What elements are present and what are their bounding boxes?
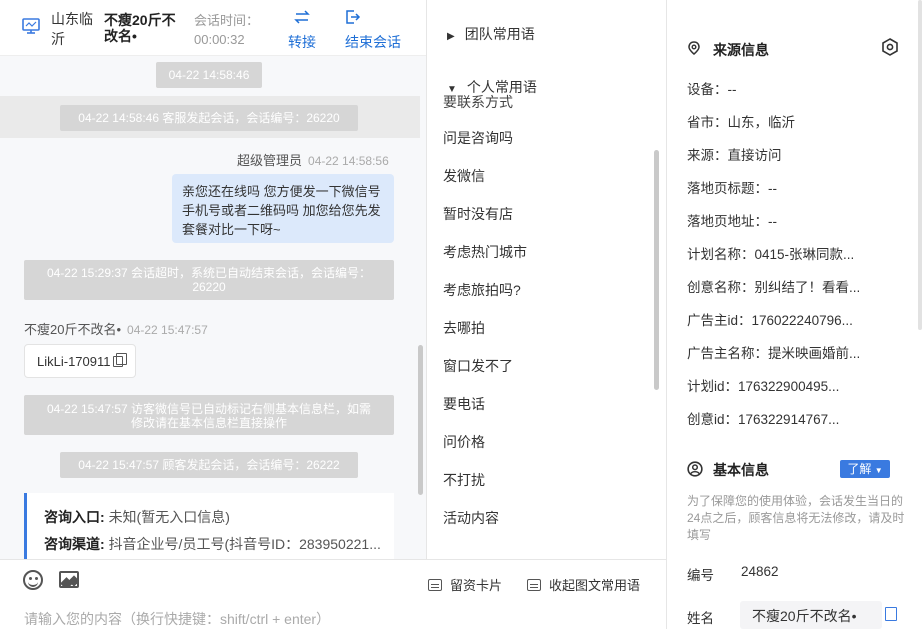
consult-entry-row: 咨询入口: 未知(暂无入口信息) — [44, 504, 390, 531]
phrase-item[interactable]: 问价格 — [443, 432, 485, 452]
customer-id-label: 编号 — [687, 568, 714, 583]
phrase-item[interactable]: 不打扰 — [443, 470, 485, 490]
system-message-timeout: 04-22 15:29:37 会话超时，系统已自动结束会话，会话编号： 2622… — [24, 260, 394, 300]
source-plan-id: 计划id：176322900495... — [687, 379, 840, 394]
message-composer: 留资卡片 收起图文常用语 请输入您的内容（换行快捷键：shift/ctrl + … — [0, 559, 666, 629]
consult-channel-value: 抖音企业号/员工号(抖音号ID：283950221... — [108, 536, 381, 552]
source-plan-name: 计划名称：0415-张琳同款... — [687, 247, 855, 262]
visitor-msg-time: 04-22 15:47:57 — [127, 323, 208, 337]
info-scrollbar[interactable] — [918, 0, 922, 330]
source-landing-title: 落地页标题：-- — [687, 181, 777, 196]
source-creative-id: 创意id：176322914767... — [687, 412, 840, 427]
agent-message-bubble: 亲您还在线吗 您方便发一下微信号 手机号或者二维码吗 加您给您先发套餐对比一下呀… — [172, 174, 394, 243]
caret-right-icon: ▶ — [447, 31, 455, 42]
user-icon — [687, 461, 703, 477]
phrase-item[interactable]: 去哪拍 — [443, 318, 485, 338]
visitor-name: 不瘦20斤不改名• — [24, 322, 122, 337]
edit-notice: 为了保障您的使用体验，会话发生当日的24点之后，顾客信息将无法修改，请及时填写 — [687, 494, 905, 542]
emoji-icon[interactable] — [23, 570, 43, 590]
phrase-item[interactable]: 暂时没有店 — [443, 204, 513, 224]
visitor-message-chip[interactable]: LikLi-170911 — [24, 344, 136, 378]
source-advertiser-name: 广告主名称：提米映画婚前... — [687, 346, 861, 361]
source-landing-url: 落地页地址：-- — [687, 214, 777, 229]
collapse-phrases-label: 收起图文常用语 — [549, 578, 641, 593]
list-icon — [527, 579, 541, 591]
collapse-phrases-button[interactable]: 收起图文常用语 — [527, 575, 640, 594]
customer-name-field[interactable]: 不瘦20斤不改名• — [740, 601, 882, 629]
source-creative-name: 创意名称：别纠结了！看看... — [687, 280, 861, 295]
chat-panel: 山东临沂 不瘦20斤不改名• 会话时间： 00:00:32 转接 结束会话 04… — [0, 0, 426, 629]
source-info-label: 来源信息 — [713, 42, 769, 58]
phrase-item[interactable]: 发微信 — [443, 166, 485, 186]
copy-icon[interactable] — [113, 353, 127, 367]
caret-down-icon: ▼ — [874, 466, 883, 475]
consult-channel-label: 咨询渠道: — [44, 536, 105, 552]
lead-card-button[interactable]: 留资卡片 — [428, 575, 502, 594]
source-info-title: 来源信息 — [687, 40, 769, 60]
image-icon[interactable] — [59, 571, 79, 588]
session-time-label: 会话时间： — [194, 13, 260, 28]
phrase-item[interactable]: 考虑旅拍吗? — [443, 280, 521, 300]
consult-info-card: 咨询入口: 未知(暂无入口信息) 咨询渠道: 抖音企业号/员工号(抖音号ID：2… — [24, 493, 394, 563]
customer-id-row: 编号 24862 — [687, 564, 779, 584]
team-phrases-group[interactable]: ▶ 团队常用语 — [447, 24, 535, 44]
visitor-message-text: LikLi-170911 — [37, 354, 111, 369]
time-divider: 04-22 14:58:46 — [156, 62, 262, 88]
basic-info-title: 基本信息 — [687, 460, 769, 480]
phrase-item[interactable]: 要电话 — [443, 394, 485, 414]
team-phrases-label: 团队常用语 — [464, 26, 535, 42]
lead-card-label: 留资卡片 — [450, 578, 503, 593]
end-session-label: 结束会话 — [345, 34, 401, 50]
message-input[interactable]: 请输入您的内容（换行快捷键：shift/ctrl + enter） — [24, 609, 330, 629]
visitor-sender: 不瘦20斤不改名• 04-22 15:47:57 — [24, 319, 208, 338]
learn-more-label: 了解 — [847, 462, 872, 476]
phrases-scrollbar[interactable] — [654, 150, 659, 390]
info-panel: 来源信息 设备：-- 省市：山东，临沂 来源：直接访问 落地页标题：-- 落地页… — [666, 0, 922, 629]
transfer-icon — [294, 10, 310, 24]
settings-icon[interactable] — [881, 38, 899, 56]
customer-name-label: 姓名 — [687, 611, 714, 626]
source-origin: 来源：直接访问 — [687, 148, 782, 163]
source-region: 省市：山东，临沂 — [687, 115, 795, 130]
timeout-line-1: 04-22 15:29:37 会话超时，系统已自动结束会话，会话编号： — [46, 266, 372, 280]
agent-sender: 超级管理员 04-22 14:58:56 — [237, 150, 389, 169]
wechat-line-1: 04-22 15:47:57 访客微信号已自动标记右侧基本信息栏，如需 — [46, 402, 372, 416]
phrases-panel: ▶ 团队常用语 ▼ 个人常用语 要联系方式 问是咨询吗 发微信 暂时没有店 考虑热门… — [426, 0, 666, 560]
system-message-session-start-2: 04-22 15:47:57 顾客发起会话，会话编号：26222 — [60, 452, 358, 478]
source-device: 设备：-- — [687, 82, 737, 97]
timeout-line-2: 26220 — [192, 280, 226, 294]
phrase-item[interactable]: 考虑热门城市 — [443, 242, 527, 262]
copy-icon[interactable] — [885, 607, 897, 621]
monitor-icon — [22, 18, 40, 34]
phrase-item[interactable]: 活动内容 — [443, 508, 499, 528]
basic-info-label: 基本信息 — [713, 462, 769, 478]
learn-more-button[interactable]: 了解 ▼ — [840, 460, 890, 478]
session-time-value: 00:00:32 — [194, 32, 245, 47]
chat-header: 山东临沂 不瘦20斤不改名• 会话时间： 00:00:32 转接 结束会话 — [0, 0, 426, 56]
customer-id-value: 24862 — [741, 564, 779, 579]
chat-scrollbar[interactable] — [418, 345, 423, 495]
visitor-location: 山东临沂 — [51, 11, 93, 47]
phrase-item[interactable]: 窗口发不了 — [443, 356, 513, 376]
source-advertiser-id: 广告主id：176022240796... — [687, 313, 853, 328]
system-message-wechat: 04-22 15:47:57 访客微信号已自动标记右侧基本信息栏，如需 修改请在… — [24, 395, 394, 435]
location-pin-icon — [688, 41, 700, 55]
transfer-label: 转接 — [288, 34, 316, 50]
card-icon — [428, 579, 442, 591]
transfer-button[interactable]: 转接 — [287, 8, 317, 52]
agent-name: 超级管理员 — [237, 153, 303, 168]
phrase-list: 要联系方式 问是咨询吗 发微信 暂时没有店 考虑热门城市 考虑旅拍吗? 去哪拍 … — [427, 88, 657, 560]
agent-msg-time: 04-22 14:58:56 — [308, 154, 389, 168]
visitor-nickname: 不瘦20斤不改名• — [104, 12, 176, 44]
system-message-session-start: 04-22 14:58:46 客服发起会话，会话编号：26220 — [60, 105, 358, 131]
consult-entry-value: 未知(暂无入口信息) — [108, 509, 230, 525]
end-session-button[interactable]: 结束会话 — [345, 8, 405, 52]
consult-entry-label: 咨询入口: — [44, 509, 105, 525]
consult-channel-row: 咨询渠道: 抖音企业号/员工号(抖音号ID：283950221... — [44, 531, 390, 558]
phrase-item[interactable]: 问是咨询吗 — [443, 128, 513, 148]
phrase-item-partial[interactable]: 要联系方式 — [443, 92, 513, 112]
wechat-line-2: 修改请在基本信息栏直接操作 — [130, 416, 287, 430]
exit-icon — [346, 10, 361, 24]
